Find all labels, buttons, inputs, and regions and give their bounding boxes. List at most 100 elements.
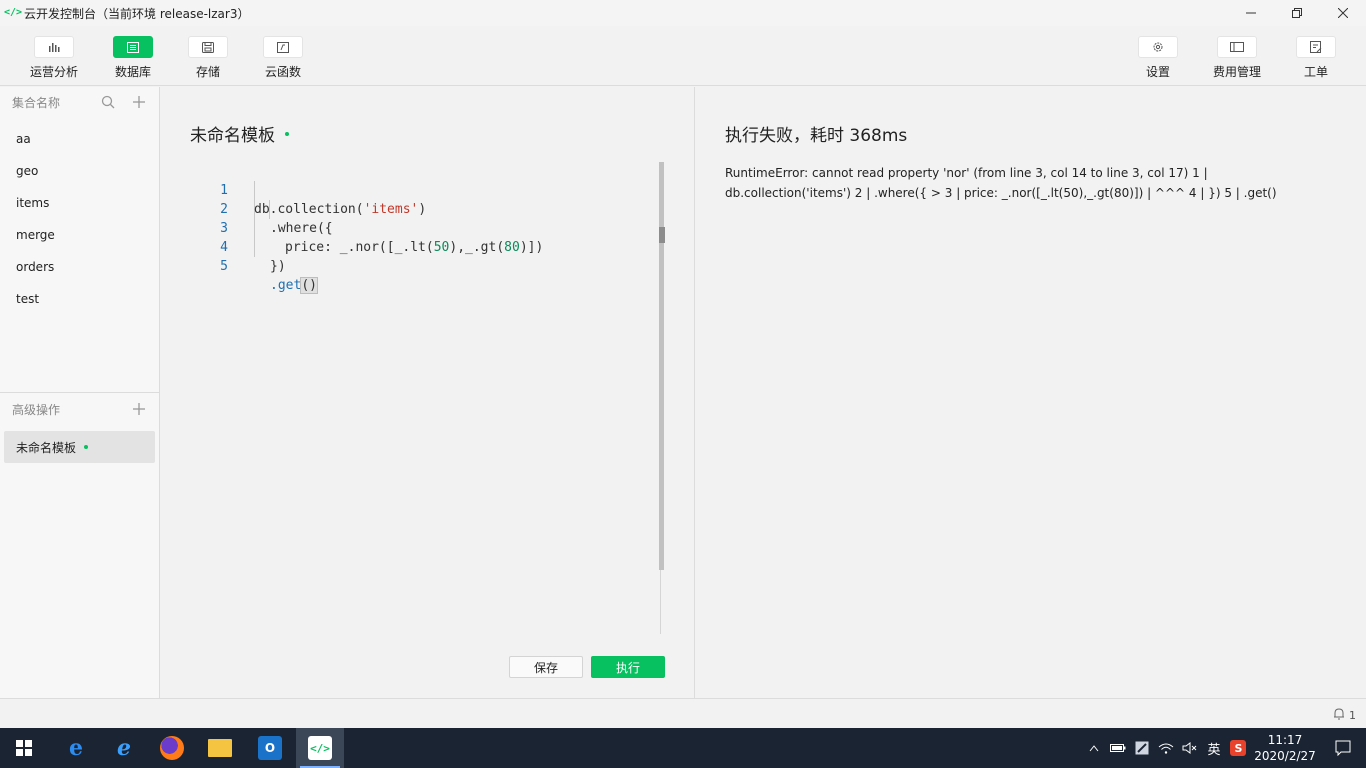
- code-line: 5 .get(): [200, 238, 660, 294]
- title-bar: </> 云开发控制台（当前环境 release-lzar3）: [0, 0, 1366, 26]
- advanced-header-label: 高级操作: [12, 402, 61, 417]
- add-template-icon[interactable]: [131, 401, 147, 417]
- collection-item[interactable]: aa: [0, 123, 159, 155]
- outlook-icon: O: [258, 736, 282, 760]
- taskbar-ie[interactable]: e: [100, 728, 148, 768]
- bell-icon: [1333, 707, 1345, 723]
- window-title: 云开发控制台（当前环境 release-lzar3）: [24, 6, 250, 21]
- start-button[interactable]: [0, 728, 48, 768]
- result-title: 执行失败，耗时 368ms: [725, 126, 908, 146]
- editor-title-text: 未命名模板: [190, 126, 275, 146]
- app-logo-icon: </>: [4, 7, 23, 18]
- toolbar-label: 工单: [1303, 65, 1328, 79]
- save-button[interactable]: 保存: [509, 656, 583, 678]
- toolbar-billing[interactable]: 费用管理: [1207, 36, 1267, 82]
- volume-muted-icon[interactable]: [1178, 728, 1202, 768]
- toolbar-database[interactable]: 数据库: [103, 36, 163, 82]
- collection-item[interactable]: geo: [0, 155, 159, 187]
- editor-title: 未命名模板: [190, 121, 289, 146]
- restore-icon: [1292, 8, 1302, 18]
- edge-icon: e: [69, 735, 83, 761]
- toolbar-settings[interactable]: 设置: [1128, 36, 1188, 82]
- system-tray: 英 S 11:17 2020/2/27: [1082, 728, 1366, 768]
- firefox-icon: [160, 736, 184, 760]
- code-line: 1 db.collection('items'): [200, 162, 660, 217]
- action-center-button[interactable]: [1320, 728, 1366, 768]
- ime-indicator[interactable]: 英: [1202, 728, 1226, 768]
- billing-icon: [1217, 36, 1257, 58]
- taskbar-firefox[interactable]: [148, 728, 196, 768]
- toolbar-label: 云函数: [264, 65, 301, 79]
- toolbar-label: 费用管理: [1212, 65, 1261, 79]
- unsaved-dot-icon: [84, 445, 89, 449]
- windows-logo-icon: [16, 740, 32, 756]
- clock-date: 2020/2/27: [1254, 749, 1316, 763]
- code-text: .get(): [270, 277, 318, 294]
- taskbar-explorer[interactable]: [196, 728, 244, 768]
- minimize-button[interactable]: [1228, 0, 1274, 26]
- toolbar-label: 设置: [1145, 65, 1170, 79]
- bar-chart-icon: [34, 36, 74, 58]
- action-center-icon: [1335, 740, 1351, 756]
- collection-item[interactable]: orders: [0, 251, 159, 283]
- result-panel: 执行失败，耗时 368ms RuntimeError: cannot read …: [696, 87, 1366, 698]
- pen-icon[interactable]: [1130, 728, 1154, 768]
- editor-scrollbar-marker: [659, 227, 665, 243]
- taskbar-devtools[interactable]: </>: [296, 728, 344, 768]
- editor-scrollbar-thumb[interactable]: [659, 162, 664, 570]
- toolbar-label: 运营分析: [29, 65, 78, 79]
- run-button[interactable]: 执行: [591, 656, 665, 678]
- error-message: RuntimeError: cannot read property 'nor'…: [725, 166, 1277, 200]
- wifi-icon[interactable]: [1154, 728, 1178, 768]
- collections-header-label: 集合名称: [12, 95, 61, 110]
- collection-item[interactable]: test: [0, 283, 159, 315]
- collections-list: aa geo items merge orders test: [0, 123, 159, 315]
- storage-icon: [188, 36, 228, 58]
- notification-count: 1: [1349, 708, 1356, 722]
- toolbar-analytics[interactable]: 运营分析: [24, 36, 84, 82]
- window-controls: [1228, 0, 1366, 26]
- collections-header: 集合名称: [0, 87, 159, 117]
- code-editor[interactable]: 1 db.collection('items') 2 .where({ 3 pr…: [200, 162, 660, 632]
- collection-item[interactable]: merge: [0, 219, 159, 251]
- sogou-ime-icon[interactable]: S: [1226, 728, 1250, 768]
- toolbar-label: 存储: [195, 65, 220, 79]
- notifications-button[interactable]: 1: [1333, 707, 1356, 723]
- gear-icon: [1138, 36, 1178, 58]
- collections-sidebar: 集合名称 aa geo items merge orders test 高级操作…: [0, 87, 160, 698]
- advanced-header: 高级操作: [0, 393, 159, 425]
- chevron-up-icon[interactable]: [1082, 728, 1106, 768]
- close-icon: [1338, 8, 1348, 18]
- add-collection-icon[interactable]: [131, 94, 147, 110]
- svg-text:S: S: [1235, 742, 1243, 755]
- toolbar-tickets[interactable]: 工单: [1286, 36, 1346, 82]
- windows-taskbar: e e O </> 英 S 11:17 2020/2/27: [0, 728, 1366, 768]
- toolbar-label: 数据库: [114, 65, 151, 79]
- toolbar-cloud-functions[interactable]: 云函数: [253, 36, 313, 82]
- folder-icon: [208, 739, 232, 757]
- battery-icon[interactable]: [1106, 728, 1130, 768]
- toolbar-storage[interactable]: 存储: [178, 36, 238, 82]
- search-icon[interactable]: [100, 94, 116, 110]
- main-toolbar: 运营分析 数据库 存储 云函数 设置 费用管理 工单: [0, 26, 1366, 86]
- collection-item[interactable]: items: [0, 187, 159, 219]
- database-icon: [113, 36, 153, 58]
- code-line: 4 }): [200, 219, 660, 274]
- template-item-label: 未命名模板: [16, 440, 77, 455]
- clock-time: 11:17: [1267, 733, 1303, 747]
- taskbar-outlook[interactable]: O: [246, 728, 294, 768]
- taskbar-clock[interactable]: 11:17 2020/2/27: [1250, 732, 1320, 764]
- restore-button[interactable]: [1274, 0, 1320, 26]
- editor-panel: 未命名模板 1 db.collection('items') 2 .where(…: [160, 87, 695, 698]
- template-item[interactable]: 未命名模板: [4, 431, 155, 463]
- close-button[interactable]: [1320, 0, 1366, 26]
- taskbar-edge[interactable]: e: [52, 728, 100, 768]
- line-number: 5: [220, 259, 228, 274]
- unsaved-dot-icon: [285, 131, 289, 136]
- cloud-function-icon: [263, 36, 303, 58]
- devtools-icon: </>: [308, 736, 332, 760]
- internet-explorer-icon: e: [117, 735, 131, 761]
- code-line: 3 price: _.nor([_.lt(50),_.gt(80)]): [200, 200, 660, 255]
- code-line: 2 .where({: [200, 181, 660, 236]
- advanced-operations-section: 高级操作 未命名模板: [0, 392, 159, 463]
